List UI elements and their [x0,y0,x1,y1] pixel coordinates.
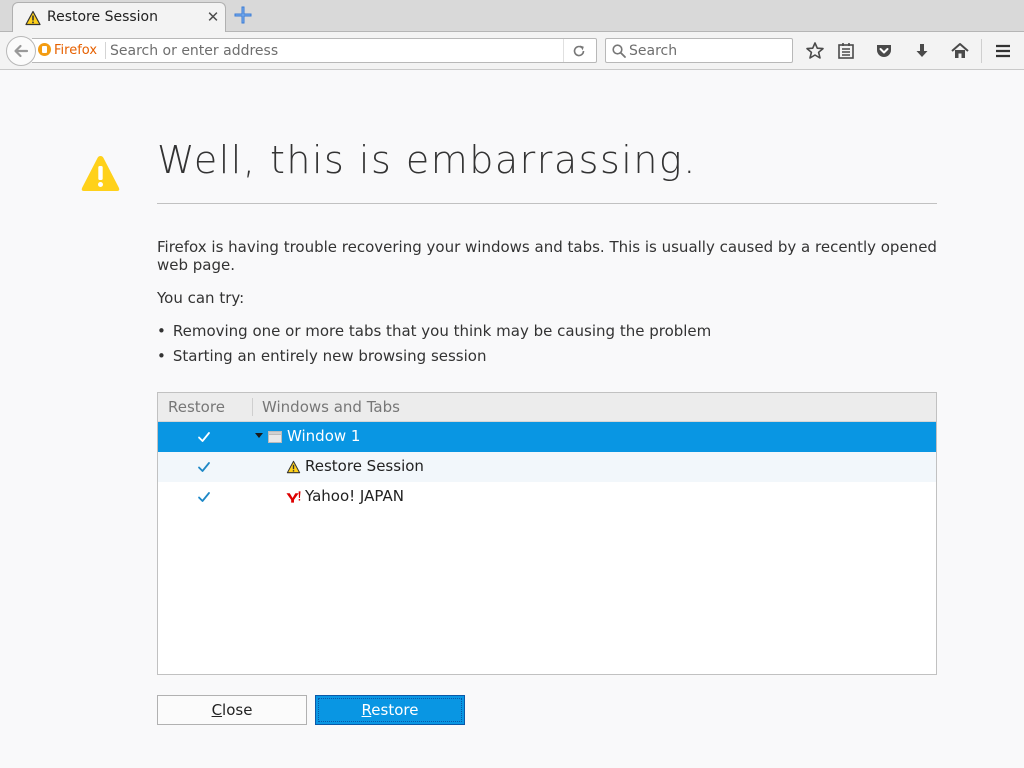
back-icon [14,44,29,58]
suggestion-list: Removing one or more tabs that you think… [157,322,711,372]
column-header-windows-tabs[interactable]: Windows and Tabs [262,398,400,416]
title-divider [157,203,937,204]
checkmark-icon[interactable] [196,459,212,475]
warning-icon [25,10,41,26]
download-icon[interactable] [912,41,932,61]
suggestion-item: Starting an entirely new browsing sessio… [157,347,711,372]
checkmark-icon[interactable] [196,489,212,505]
pocket-icon[interactable] [874,41,894,61]
nav-toolbar: Firefox [0,32,1024,70]
back-button[interactable] [6,36,36,66]
tree-row-label: Yahoo! JAPAN [305,487,404,505]
home-icon[interactable] [950,41,970,61]
tabs-tree[interactable]: Restore Windows and Tabs Window 1 Restor… [157,392,937,675]
url-input[interactable] [110,42,560,60]
suggestion-item: Removing one or more tabs that you think… [157,322,711,347]
twisty-expanded-icon[interactable] [255,433,263,439]
tab-title: Restore Session [47,9,158,25]
search-bar[interactable] [605,38,793,63]
identity-label: Firefox [54,43,98,58]
try-intro: You can try: [157,289,245,307]
close-button[interactable]: Close [157,695,307,725]
reading-list-icon[interactable] [836,41,856,61]
tab-close-icon[interactable]: ✕ [205,8,221,26]
identity-box[interactable]: Firefox [38,43,97,59]
firefox-logo-icon [38,43,51,56]
column-divider [252,398,253,416]
tree-row-tab[interactable]: Restore Session [158,452,936,482]
window-icon [268,431,282,443]
tree-header: Restore Windows and Tabs [158,393,936,422]
reload-divider [563,39,564,62]
menu-divider [981,39,982,63]
column-header-restore[interactable]: Restore [168,398,225,416]
tree-row-tab[interactable]: Yahoo! JAPAN [158,482,936,512]
search-icon [612,44,626,58]
search-input[interactable] [629,42,787,60]
yahoo-icon [286,491,301,503]
restore-button[interactable]: Restore [315,695,465,725]
new-tab-plus-icon[interactable] [234,6,252,24]
reload-icon[interactable] [570,42,588,60]
error-message: Firefox is having trouble recovering you… [157,238,937,274]
tree-row-label: Window 1 [287,427,361,445]
bookmark-star-icon[interactable] [805,41,825,61]
tree-row-label: Restore Session [305,457,424,475]
tab-restore-session[interactable]: Restore Session ✕ [12,2,226,32]
url-divider [105,42,106,59]
tree-row-window[interactable]: Window 1 [158,422,936,452]
warning-icon [286,460,301,474]
checkmark-icon[interactable] [196,429,212,445]
menu-icon[interactable] [993,41,1013,61]
warning-icon [81,156,120,191]
tab-strip: Restore Session ✕ [0,0,1024,32]
page-title: Well, this is embarrassing. [157,138,697,182]
url-bar[interactable]: Firefox [32,38,597,63]
